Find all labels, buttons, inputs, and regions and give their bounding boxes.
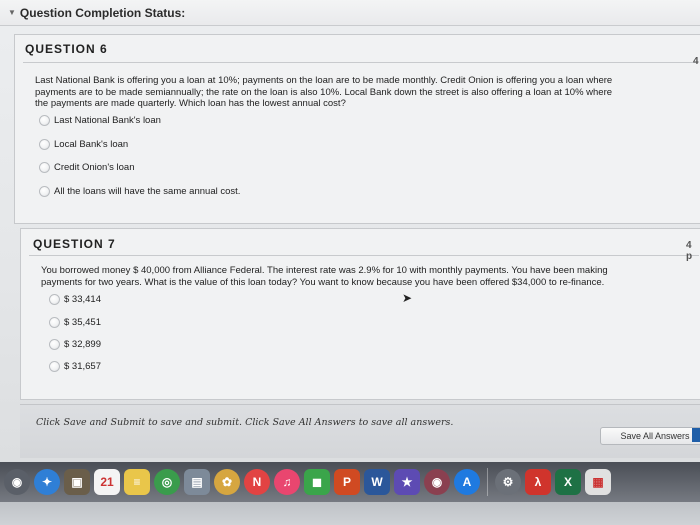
- q6-option-3[interactable]: Credit Onion's loan: [39, 162, 135, 173]
- macos-dock: ◉ ✦ ▣ 21 ≡ ◎ ▤ ✿ N ♫ ◼ P W ★ ◉ A ⚙ λ X ▦: [0, 462, 700, 502]
- mouse-pointer-icon: ➤: [402, 291, 413, 305]
- photos-icon[interactable]: ✿: [214, 469, 240, 495]
- excel-icon[interactable]: X: [555, 469, 581, 495]
- radio-button[interactable]: [39, 162, 50, 173]
- collapse-caret-icon[interactable]: ▼: [8, 8, 16, 17]
- save-and-submit-button-edge[interactable]: [692, 428, 700, 442]
- launchpad-icon[interactable]: ◉: [4, 469, 30, 495]
- question-6-block: QUESTION 6 Last National Bank is offerin…: [14, 34, 700, 224]
- question-6-heading: QUESTION 6: [25, 42, 108, 56]
- imovie-icon[interactable]: ★: [394, 469, 420, 495]
- submit-footer: Click Save and Submit to save and submit…: [20, 404, 700, 458]
- radio-button[interactable]: [49, 361, 60, 372]
- radio-button[interactable]: [39, 139, 50, 150]
- facetime-icon[interactable]: ◼: [304, 469, 330, 495]
- app-store-icon[interactable]: A: [454, 469, 480, 495]
- photobooth-icon[interactable]: ◉: [424, 469, 450, 495]
- radio-button[interactable]: [49, 339, 60, 350]
- q6-option-4[interactable]: All the loans will have the same annual …: [39, 186, 240, 197]
- radio-button[interactable]: [39, 115, 50, 126]
- q6-option-2[interactable]: Local Bank's loan: [39, 139, 128, 150]
- q7-option-1[interactable]: $ 33,414: [49, 294, 101, 305]
- system-preferences-icon[interactable]: ⚙: [495, 469, 521, 495]
- save-instructions: Click Save and Submit to save and submit…: [36, 417, 454, 428]
- question-6-divider: [23, 62, 698, 63]
- music-icon[interactable]: ♫: [274, 469, 300, 495]
- word-icon[interactable]: W: [364, 469, 390, 495]
- browser-page: ▼ Question Completion Status: QUESTION 6…: [0, 0, 700, 462]
- notes-2-icon[interactable]: ▦: [585, 469, 611, 495]
- question-7-heading: QUESTION 7: [33, 237, 116, 251]
- radio-button[interactable]: [39, 186, 50, 197]
- acrobat-icon[interactable]: λ: [525, 469, 551, 495]
- preview-icon[interactable]: ▤: [184, 469, 210, 495]
- news-icon[interactable]: N: [244, 469, 270, 495]
- q7-option-2[interactable]: $ 35,451: [49, 317, 101, 328]
- question-6-points: 4: [693, 56, 699, 67]
- question-6-text: Last National Bank is offering you a loa…: [35, 75, 613, 109]
- radio-button[interactable]: [49, 317, 60, 328]
- save-all-answers-button[interactable]: Save All Answers: [600, 427, 700, 445]
- chrome-icon[interactable]: ◎: [154, 469, 180, 495]
- q7-option-4[interactable]: $ 31,657: [49, 361, 101, 372]
- question-7-text: You borrowed money $ 40,000 from Allianc…: [41, 265, 608, 288]
- question-7-points: 4 p: [686, 240, 693, 262]
- notes-icon[interactable]: ≡: [124, 469, 150, 495]
- question-completion-status[interactable]: ▼ Question Completion Status:: [0, 0, 700, 26]
- status-title: Question Completion Status:: [19, 5, 186, 20]
- dock-separator: [487, 468, 488, 496]
- question-7-divider: [29, 255, 699, 256]
- radio-button[interactable]: [49, 294, 60, 305]
- powerpoint-icon[interactable]: P: [334, 469, 360, 495]
- q6-option-1[interactable]: Last National Bank's loan: [39, 115, 161, 126]
- q7-option-3[interactable]: $ 32,899: [49, 339, 101, 350]
- safari-icon[interactable]: ✦: [34, 469, 60, 495]
- question-7-block: QUESTION 7 You borrowed money $ 40,000 f…: [20, 228, 700, 400]
- calendar-icon[interactable]: 21: [94, 469, 120, 495]
- photos-app-icon[interactable]: ▣: [64, 469, 90, 495]
